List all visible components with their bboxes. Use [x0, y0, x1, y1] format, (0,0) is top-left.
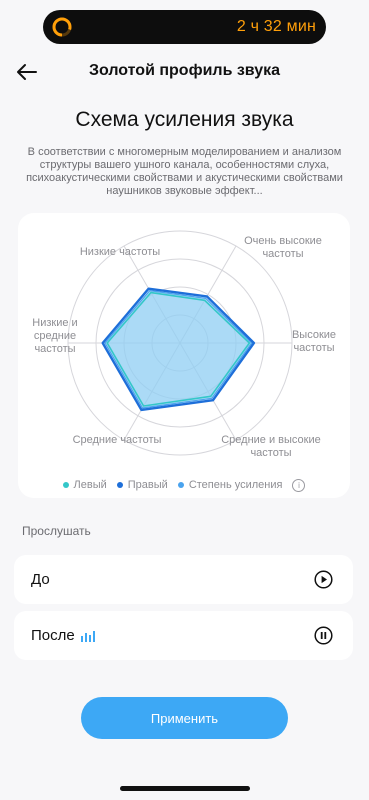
legend-left-label: Левый	[73, 479, 107, 491]
apply-button[interactable]: Применить	[81, 697, 288, 739]
info-icon[interactable]: i	[292, 478, 306, 492]
play-icon[interactable]	[314, 570, 333, 589]
axis-label-high: Высокие частоты	[291, 329, 337, 354]
description-text: В соответствии с многомерным моделирован…	[26, 146, 343, 197]
radar-chart-card: Низкие частоты Очень высокие частоты Выс…	[18, 213, 350, 498]
legend-gain-label: Степень усиления	[188, 479, 283, 491]
after-label: После	[31, 627, 75, 644]
axis-label-mid: Средние частоты	[72, 434, 162, 446]
after-row[interactable]: После	[14, 611, 353, 660]
before-label: До	[31, 571, 50, 588]
legend-left: Левый	[62, 479, 107, 491]
after-label-group: После	[31, 627, 95, 644]
legend-gain: Степень усиления	[177, 479, 283, 491]
legend-right-label: Правый	[127, 479, 168, 491]
status-pill: 2 ч 32 мин	[43, 10, 326, 44]
timer-text: 2 ч 32 мин	[236, 18, 316, 35]
radar-series-gain	[104, 289, 253, 409]
equalizer-bars-icon	[80, 630, 95, 642]
axis-label-low-mid: Низкие и средние частоты	[32, 317, 78, 355]
legend-right: Правый	[116, 479, 168, 491]
listen-label: Прослушать	[22, 524, 91, 538]
top-bar: Золотой профиль звука	[0, 56, 369, 88]
home-indicator	[120, 786, 250, 791]
axis-label-low: Низкие частоты	[79, 246, 161, 258]
timer-icon	[52, 17, 72, 37]
page-title: Золотой профиль звука	[88, 62, 281, 79]
pause-icon[interactable]	[314, 626, 333, 645]
axis-label-mid-high: Средние и высокие частоты	[221, 434, 321, 459]
before-row[interactable]: До	[14, 555, 353, 604]
axis-label-very-high: Очень высокие частоты	[244, 235, 322, 260]
chart-legend: Левый Правый Степень усиления i	[18, 478, 350, 492]
section-heading: Схема усиления звука	[75, 108, 294, 131]
